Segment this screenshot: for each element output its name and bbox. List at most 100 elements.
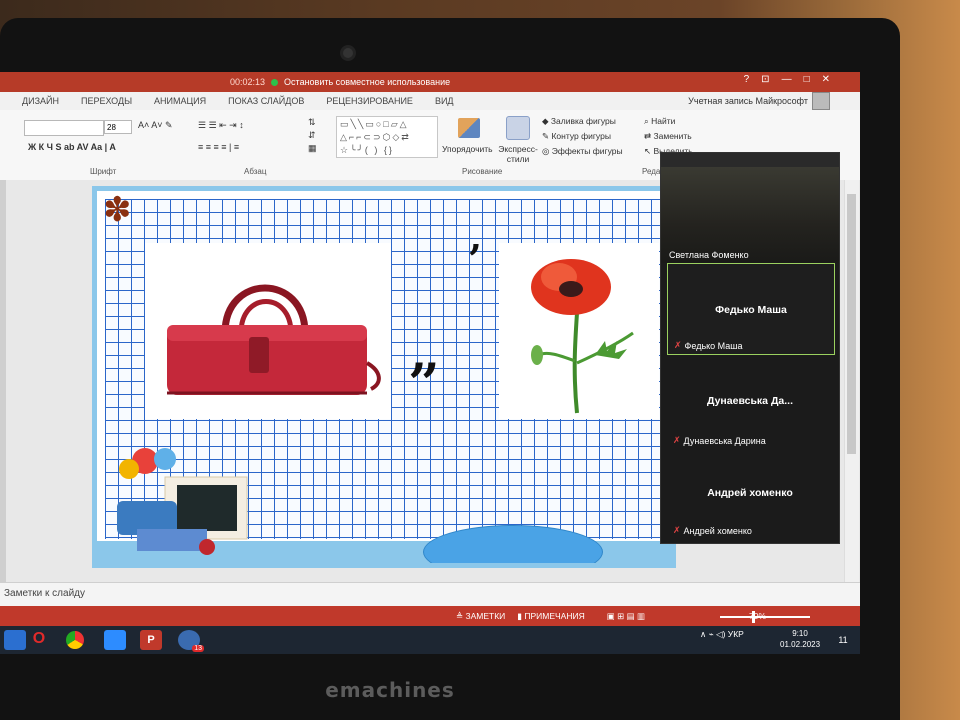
- tab-review[interactable]: РЕЦЕНЗИРОВАНИЕ: [326, 96, 413, 106]
- close-button[interactable]: ✕: [822, 74, 830, 85]
- replace-label: Заменить: [653, 131, 692, 141]
- clock-date: 01.02.2023: [780, 640, 821, 649]
- stop-share-button[interactable]: Остановить совместное использование: [284, 77, 450, 87]
- scroll-thumb[interactable]: [847, 194, 856, 454]
- zoom-participants-panel: Светлана Фоменко Федько Маша ✗ Федько Маш…: [660, 152, 840, 544]
- maximize-button[interactable]: □: [804, 74, 810, 85]
- participant-tile[interactable]: Дунаевськa Да... ✗ Дунаевськa Дарина: [667, 355, 833, 446]
- notes-toggle-button[interactable]: ≜ ЗАМЕТКИ: [456, 611, 505, 622]
- mic-muted-icon: ✗: [673, 525, 681, 535]
- zoom-share-banner[interactable]: 00:02:13 Остановить совместное использов…: [230, 74, 450, 90]
- double-comma-mark[interactable]: ʼʼ: [407, 357, 439, 411]
- tab-design[interactable]: ДИЗАЙН: [22, 96, 59, 106]
- zoom-panel-toolbar[interactable]: [661, 153, 839, 167]
- system-tray[interactable]: ∧ ⌁ ◁) УКР: [700, 629, 744, 640]
- video-feed[interactable]: [661, 167, 839, 263]
- participant-tile[interactable]: Андрей хоменко ✗ Андрей хоменко: [667, 447, 833, 537]
- fill-icon: ◆: [542, 116, 551, 126]
- slide-canvas[interactable]: ✽ ʼ ʼʼ: [92, 186, 676, 568]
- font-grow-button[interactable]: A˄ A˅ ✎: [138, 120, 173, 131]
- shape-format-list: ◆ Заливка фигуры ✎ Контур фигуры ◎ Эффек…: [542, 114, 623, 159]
- participant-title: Андрей хоменко: [707, 487, 793, 499]
- clock-time: 9:10: [792, 629, 808, 638]
- opera-icon[interactable]: O: [28, 630, 50, 650]
- align-buttons[interactable]: ≡ ≡ ≡ ≡ | ≡: [198, 142, 239, 152]
- participant-label-text: Федько Маша: [684, 340, 743, 351]
- find-button[interactable]: ⌕ Найти: [644, 114, 693, 129]
- effects-icon: ◎: [542, 146, 552, 156]
- zoom-slider[interactable]: [720, 616, 810, 618]
- text-direction-buttons[interactable]: ⇅ ⇵ ▦: [308, 116, 317, 155]
- font-size-field[interactable]: 28: [104, 120, 132, 134]
- account-label[interactable]: Учетная запись Майкрософт: [688, 96, 808, 106]
- poppy-picture[interactable]: [499, 243, 659, 419]
- ribbon-display-button[interactable]: ⊡: [761, 74, 769, 85]
- express-styles-button[interactable]: Экспресс-стили: [496, 144, 540, 164]
- language-indicator[interactable]: УКР: [728, 629, 744, 639]
- thumbnail-pane-edge: [0, 180, 6, 582]
- zoom-app-icon[interactable]: [104, 630, 126, 650]
- font-name-field[interactable]: [24, 120, 104, 136]
- comments-toggle-label: ПРИМЕЧАНИЯ: [524, 610, 585, 621]
- school-board-icon: [117, 448, 248, 555]
- replace-button[interactable]: ⇄ Заменить: [644, 129, 693, 144]
- tab-view[interactable]: ВИД: [435, 96, 454, 106]
- shape-effects-button[interactable]: ◎ Эффекты фигуры: [542, 144, 623, 159]
- express-styles-icon[interactable]: [506, 116, 530, 140]
- arrange-icon[interactable]: [458, 118, 480, 138]
- group-drawing-label: Рисование: [462, 167, 503, 176]
- avatar[interactable]: [812, 92, 830, 110]
- flower-decoration-icon: ✽: [103, 191, 132, 229]
- notifications-button[interactable]: 11: [832, 630, 854, 650]
- video-participant-name: Светлана Фоменко: [669, 250, 749, 260]
- tab-transitions[interactable]: ПЕРЕХОДЫ: [81, 96, 132, 106]
- vertical-scrollbar[interactable]: [844, 180, 859, 582]
- group-font-label: Шрифт: [90, 167, 117, 176]
- group-edit-label: Реда: [642, 167, 661, 176]
- webcam: [343, 48, 353, 58]
- shape-fill-label: Заливка фигуры: [550, 116, 616, 126]
- chrome-icon[interactable]: [66, 631, 84, 649]
- notes-pane[interactable]: Заметки к слайду: [0, 582, 860, 607]
- shape-effects-label: Эффекты фигуры: [551, 146, 623, 156]
- shape-outline-button[interactable]: ✎ Контур фигуры: [542, 129, 623, 144]
- clock[interactable]: 9:10 01.02.2023: [780, 628, 820, 650]
- tab-slideshow[interactable]: ПОКАЗ СЛАЙДОВ: [228, 96, 304, 106]
- find-label: Найти: [651, 116, 676, 126]
- view-buttons[interactable]: ▣ ⊞ ▤ ▥: [607, 611, 645, 622]
- handbag-picture[interactable]: [145, 243, 391, 419]
- zoom-slider-thumb[interactable]: [752, 611, 755, 623]
- participant-label-text: Дунаевськa Дарина: [683, 435, 766, 446]
- screen: 00:02:13 Остановить совместное использов…: [0, 72, 860, 654]
- notifications-count: 11: [838, 635, 848, 645]
- help-button[interactable]: ?: [744, 74, 750, 85]
- mic-muted-icon: ✗: [674, 340, 682, 350]
- unread-badge: 13: [192, 645, 204, 652]
- arrange-button[interactable]: Упорядочить: [442, 144, 493, 154]
- shape-fill-button[interactable]: ◆ Заливка фигуры: [542, 114, 623, 129]
- comments-toggle-button[interactable]: ▮ ПРИМЕЧАНИЯ: [517, 611, 584, 622]
- laptop-brand: emachines: [325, 678, 455, 702]
- messenger-icon[interactable]: 13: [178, 630, 204, 652]
- poppy-icon: [531, 259, 634, 414]
- participant-label-text: Андрей хоменко: [683, 525, 752, 536]
- school-clipart: [107, 441, 255, 561]
- powerpoint-icon[interactable]: P: [140, 630, 162, 650]
- tab-animation[interactable]: АНИМАЦИЯ: [154, 96, 206, 106]
- window-controls: ? ⊡ — □ ✕: [744, 74, 830, 85]
- start-icon[interactable]: [4, 630, 26, 650]
- group-paragraph-label: Абзац: [244, 167, 267, 176]
- share-status-icon: [271, 78, 279, 86]
- participant-label: ✗ Андрей хоменко: [673, 525, 752, 536]
- font-style-buttons[interactable]: Ж К Ч S ab AV Aa | A: [28, 142, 116, 152]
- minimize-button[interactable]: —: [782, 74, 792, 85]
- participant-tile[interactable]: Федько Маша ✗ Федько Маша: [667, 263, 835, 355]
- list-buttons[interactable]: ☰ ☰ ⇤ ⇥ ↕: [198, 120, 244, 131]
- single-comma-mark[interactable]: ʼ: [467, 241, 481, 281]
- handbag-icon: [167, 284, 381, 395]
- shapes-gallery[interactable]: ▭╲╲▭○□▱△ △⌐⌐⊂⊃⬡◇⇄ ☆╰╯( ) {}: [336, 116, 438, 158]
- participant-title: Дунаевськa Да...: [706, 395, 794, 407]
- shape-outline-label: Контур фигуры: [551, 131, 611, 141]
- share-timer: 00:02:13: [230, 77, 266, 87]
- title-bar: 00:02:13 Остановить совместное использов…: [0, 72, 860, 92]
